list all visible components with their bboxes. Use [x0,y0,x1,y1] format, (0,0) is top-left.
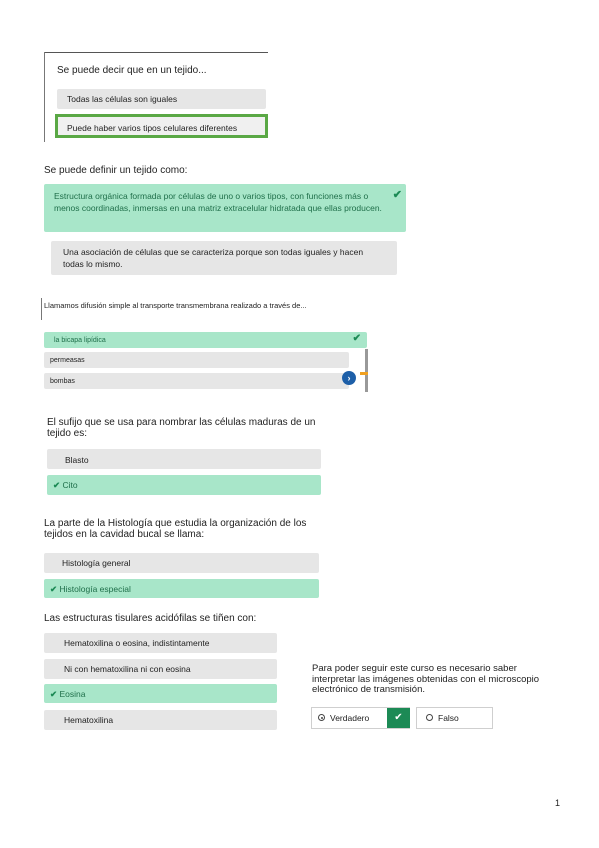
option-label: Una asociación de células que se caracte… [63,247,364,269]
question-text: El sufijo que se usa para nombrar las cé… [47,417,316,439]
option-label: bombas [50,378,75,385]
option-label: Hematoxilina [64,715,114,725]
option-2[interactable]: permeasas [44,352,349,368]
option-label: Eosina [59,689,86,699]
option-label: Blasto [65,455,89,465]
option-label: Puede haber varios tipos celulares difer… [67,123,238,133]
option-2-correct[interactable]: ✔ Cito [47,475,321,495]
radio-empty-icon [426,714,433,721]
question-text: Se puede decir que en un tejido... [57,65,207,76]
left-border [41,298,42,320]
option-1[interactable]: Todas las células son iguales [57,89,266,109]
check-icon: ✔ [392,189,402,201]
option-1-correct[interactable]: Estructura orgánica formada por células … [44,184,406,232]
check-icon: ✔ [50,689,58,699]
check-icon: ✔ [352,333,361,344]
question-text: Se puede definir un tejido como: [44,165,188,176]
option-3-correct[interactable]: ✔ Eosina [44,684,277,703]
radio-selected-icon [318,714,325,721]
false-option[interactable]: Falso [416,707,493,729]
option-3[interactable]: bombas [44,373,349,389]
option-1-correct[interactable]: la bicapa lipídica ✔ [44,332,367,348]
option-label: Estructura orgánica formada por células … [54,191,382,213]
false-label: Falso [438,713,459,723]
option-label: Histología especial [59,584,131,594]
option-label: Todas las células son iguales [67,94,178,104]
option-1[interactable]: Hematoxilina o eosina, indistintamente [44,633,277,653]
check-icon: ✔ [387,708,410,728]
orange-marker [360,372,368,375]
option-4[interactable]: Hematoxilina [44,710,277,730]
option-1[interactable]: Histología general [44,553,319,573]
option-2[interactable]: Una asociación de células que se caracte… [51,241,397,275]
question-text: Las estructuras tisulares acidófilas se … [44,613,257,624]
option-1[interactable]: Blasto [47,449,321,469]
option-2[interactable]: Ni con hematoxilina ni con eosina [44,659,277,679]
option-label: Ni con hematoxilina ni con eosina [64,664,191,674]
option-label: permeasas [50,357,85,364]
option-2-correct[interactable]: ✔ Histología especial [44,579,319,598]
option-label: Histología general [62,558,131,568]
question-text: Para poder seguir este curso es necesari… [312,663,540,695]
left-border [44,52,45,142]
question-text: Llamamos difusión simple al transporte t… [44,301,307,310]
top-border [44,52,268,53]
option-label: Cito [62,480,78,490]
page-number: 1 [555,798,561,808]
chevron-right-icon[interactable]: › [342,371,356,385]
option-2-selected[interactable]: Puede haber varios tipos celulares difer… [55,114,268,138]
check-icon: ✔ [50,584,58,594]
option-label: la bicapa lipídica [54,337,106,344]
true-label: Verdadero [330,713,370,723]
scrollbar[interactable] [365,349,368,392]
true-option-selected[interactable]: Verdadero ✔ [311,707,410,729]
option-label: Hematoxilina o eosina, indistintamente [64,638,210,648]
check-icon: ✔ [53,480,61,490]
question-text: La parte de la Histología que estudia la… [44,518,307,540]
